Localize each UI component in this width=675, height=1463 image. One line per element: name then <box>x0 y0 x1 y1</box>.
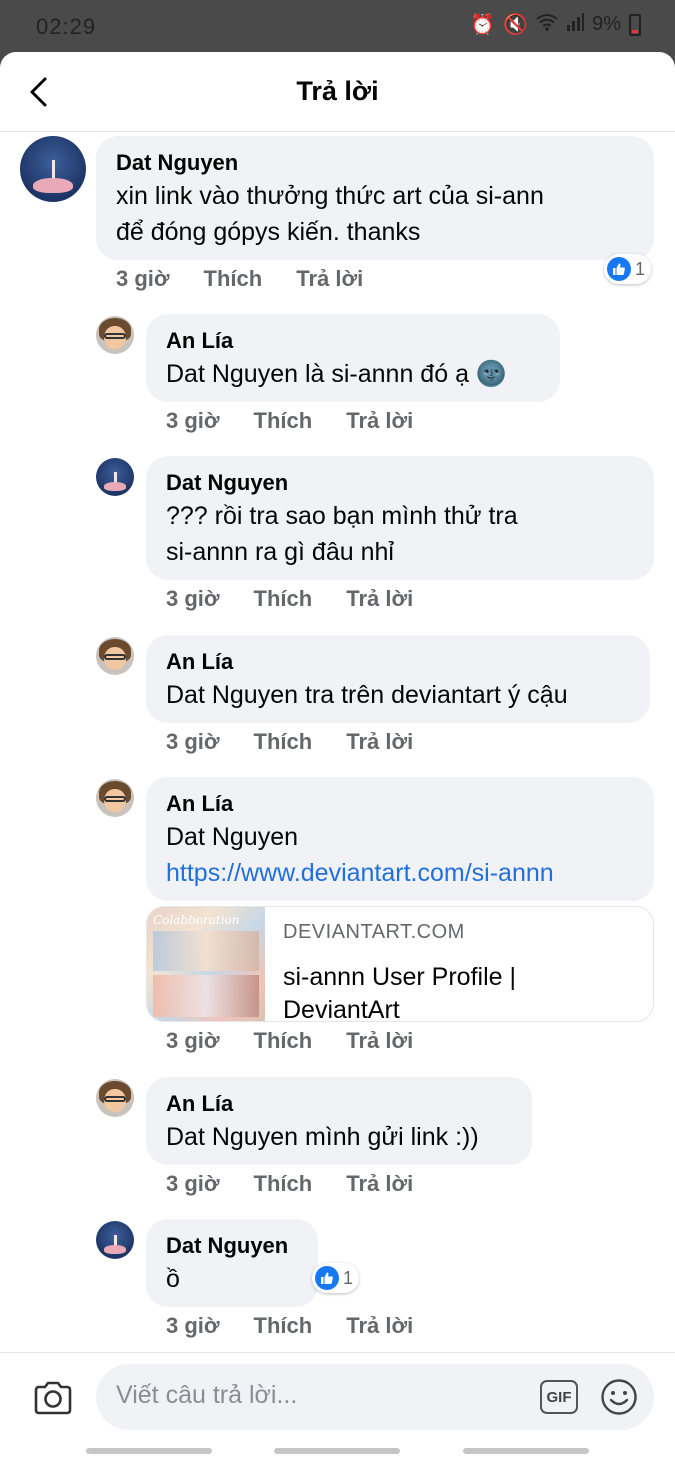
gif-button[interactable]: GIF <box>540 1380 578 1414</box>
reply-button[interactable]: Trả lời <box>346 408 413 434</box>
like-reaction-icon <box>607 257 631 281</box>
comment-link[interactable]: https://www.deviantart.com/si-annn <box>166 855 634 891</box>
comment-author[interactable]: Dat Nguyen <box>116 148 634 178</box>
nav-indicator[interactable] <box>463 1448 589 1454</box>
avatar[interactable] <box>96 1079 134 1117</box>
comment-author[interactable]: Dat Nguyen <box>166 468 634 498</box>
comment-text: xin link vào thưởng thức art của si-ann <box>116 182 544 210</box>
comment-actions: 3 giờ Thích Trả lời <box>166 1171 413 1197</box>
status-bar: 02:29 ⏰ 🔇 9% <box>0 0 675 52</box>
link-thumbnail: Colabboration <box>147 907 265 1021</box>
comment-bubble: An Lía Dat Nguyen https://www.deviantart… <box>146 777 654 901</box>
reply-button[interactable]: Trả lời <box>346 586 413 612</box>
system-nav-bar <box>0 1438 675 1463</box>
reply-button[interactable]: Trả lời <box>346 729 413 755</box>
status-icons: ⏰ 🔇 9% <box>470 12 641 37</box>
reaction-count[interactable]: 1 <box>604 254 652 284</box>
comment-bubble: An Lía Dat Nguyen mình gửi link :)) <box>146 1077 532 1165</box>
reply-sheet: Trả lời Dat Nguyen xin link vào thưởng t… <box>0 52 675 1463</box>
reply-button[interactable]: Trả lời <box>296 266 363 292</box>
mute-icon: 🔇 <box>503 14 529 36</box>
comment-text: Dat Nguyen tra trên deviantart ý cậu <box>166 681 568 709</box>
comment-actions: 3 giờ Thích Trả lời <box>166 1028 413 1054</box>
like-button[interactable]: Thích <box>254 1171 313 1197</box>
comment-time: 3 giờ <box>166 1171 220 1196</box>
comment-time: 3 giờ <box>166 1313 220 1338</box>
link-domain: DEVIANTART.COM <box>283 921 465 943</box>
like-button[interactable]: Thích <box>254 1313 313 1339</box>
reaction-number: 1 <box>343 1267 354 1288</box>
avatar[interactable] <box>96 316 134 354</box>
comment-actions: 3 giờ Thích Trả lời <box>166 408 413 434</box>
reply-button[interactable]: Trả lời <box>346 1028 413 1054</box>
nav-indicator[interactable] <box>86 1448 212 1454</box>
link-title: si-annn User Profile | DeviantArt <box>283 963 516 1022</box>
reply-input[interactable]: Viết câu trả lời... GIF <box>96 1364 654 1430</box>
comment-text: si-annn ra gì đâu nhỉ <box>166 538 394 566</box>
header: Trả lời <box>0 52 675 132</box>
comment-author[interactable]: An Lía <box>166 789 634 819</box>
avatar[interactable] <box>96 1221 134 1259</box>
like-button[interactable]: Thích <box>254 408 313 434</box>
like-button[interactable]: Thích <box>254 729 313 755</box>
like-reaction-icon <box>315 1266 339 1290</box>
status-time: 02:29 <box>36 14 97 39</box>
signal-icon <box>566 12 585 37</box>
comment-bubble: Dat Nguyen ??? rồi tra sao bạn mình thử … <box>146 456 654 580</box>
comment-author[interactable]: Dat Nguyen <box>166 1231 298 1261</box>
reply-input-placeholder: Viết câu trả lời... <box>116 1381 298 1409</box>
comment-text: để đóng gópys kiến. thanks <box>116 218 421 246</box>
comment-bubble: Dat Nguyen ồ <box>146 1219 318 1307</box>
like-button[interactable]: Thích <box>254 1028 313 1054</box>
thumbnail-caption: Colabboration <box>153 913 240 927</box>
comment-time: 3 giờ <box>166 408 220 433</box>
avatar[interactable] <box>96 637 134 675</box>
comment-text: ??? rồi tra sao bạn mình thử tra <box>166 502 518 530</box>
reply-button[interactable]: Trả lời <box>346 1313 413 1339</box>
wifi-icon <box>536 13 558 37</box>
comment-time: 3 giờ <box>166 586 220 611</box>
alarm-icon: ⏰ <box>470 14 496 36</box>
comment-bubble: An Lía Dat Nguyen là si-annn đó ạ 🌚 <box>146 314 560 402</box>
comment-time: 3 giờ <box>166 729 220 754</box>
reaction-number: 1 <box>635 258 646 279</box>
comment-text: Dat Nguyen mình gửi link :)) <box>166 1123 479 1151</box>
like-button[interactable]: Thích <box>204 266 263 292</box>
comment-time: 3 giờ <box>166 1028 220 1053</box>
comment-time: 3 giờ <box>116 266 170 291</box>
reaction-count[interactable]: 1 <box>312 1263 360 1293</box>
camera-icon[interactable] <box>32 1377 74 1419</box>
battery-icon <box>629 13 641 36</box>
comment-bubble: Dat Nguyen xin link vào thưởng thức art … <box>96 136 654 260</box>
comment-bubble: An Lía Dat Nguyen tra trên deviantart ý … <box>146 635 650 723</box>
avatar[interactable] <box>20 136 86 202</box>
emoji-icon[interactable] <box>600 1378 638 1416</box>
reply-button[interactable]: Trả lời <box>346 1171 413 1197</box>
comment-text: Dat Nguyen <box>166 823 299 851</box>
like-button[interactable]: Thích <box>254 586 313 612</box>
comment-text: ồ <box>166 1265 180 1293</box>
comment-actions: 3 giờ Thích Trả lời <box>166 586 413 612</box>
avatar[interactable] <box>96 779 134 817</box>
comment-author[interactable]: An Lía <box>166 647 630 677</box>
comment-text: Dat Nguyen là si-annn đó ạ 🌚 <box>166 360 508 388</box>
comment-actions: 3 giờ Thích Trả lời <box>116 266 363 292</box>
battery-percent: 9% <box>592 13 621 35</box>
comment-actions: 3 giờ Thích Trả lời <box>166 729 413 755</box>
link-preview-card[interactable]: Colabboration DEVIANTART.COM si-annn Use… <box>146 906 654 1022</box>
comment-actions: 3 giờ Thích Trả lời <box>166 1313 413 1339</box>
comment-author[interactable]: An Lía <box>166 1089 512 1119</box>
avatar[interactable] <box>96 458 134 496</box>
comment-author[interactable]: An Lía <box>166 326 540 356</box>
page-title: Trả lời <box>296 76 379 106</box>
nav-indicator[interactable] <box>274 1448 400 1454</box>
